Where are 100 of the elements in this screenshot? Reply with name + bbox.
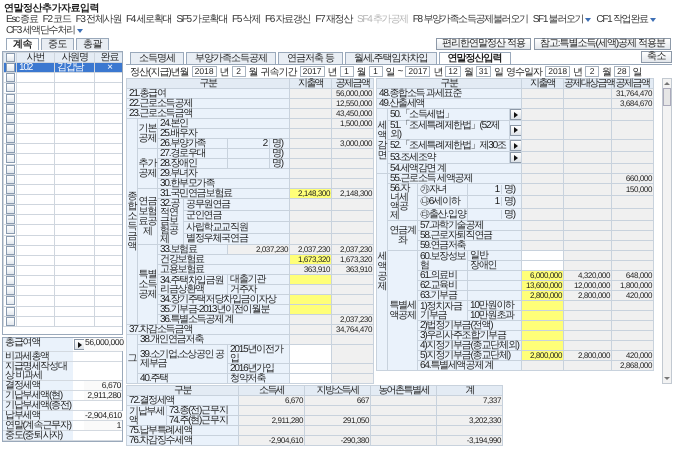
- list-row[interactable]: [4, 296, 122, 306]
- list-row[interactable]: [4, 204, 122, 215]
- input-field[interactable]: 2017: [300, 66, 325, 77]
- toolbar-button[interactable]: F8 부양가족소득공제불러오기: [412, 14, 528, 25]
- tab[interactable]: 소득명세: [130, 52, 184, 64]
- checkbox[interactable]: [6, 53, 14, 62]
- toolbar-button[interactable]: F7 재정산: [315, 14, 352, 25]
- checkbox[interactable]: [6, 83, 14, 92]
- tab[interactable]: 월세,주택임차차입: [344, 52, 437, 64]
- list-row[interactable]: [4, 194, 122, 205]
- field-label: 비과세총액: [3, 352, 73, 361]
- checkbox[interactable]: [6, 276, 14, 286]
- scrollbar[interactable]: [662, 78, 672, 384]
- list-row[interactable]: [4, 255, 122, 266]
- list-row[interactable]: [4, 245, 122, 256]
- toolbar-button[interactable]: F2 코드: [42, 14, 71, 25]
- list-row[interactable]: 102 김갑남 ×: [4, 62, 122, 73]
- tab[interactable]: 계속: [6, 38, 39, 50]
- row-label: 59.연금저축: [418, 240, 522, 250]
- list-row[interactable]: [4, 164, 122, 174]
- toolbar-button[interactable]: CF3 세액단수처리: [6, 25, 83, 36]
- input-field[interactable]: 12: [445, 66, 461, 77]
- list-row[interactable]: [4, 113, 122, 124]
- unit-label: 명): [269, 139, 289, 148]
- input-field[interactable]: 2017: [405, 66, 430, 77]
- row-label: 26.부양가족: [158, 138, 228, 148]
- checkbox[interactable]: [6, 225, 14, 234]
- list-row[interactable]: [4, 306, 122, 316]
- list-row[interactable]: [4, 154, 122, 164]
- row-label: 21.총급여: [126, 88, 290, 98]
- field-label: 월: [356, 66, 366, 78]
- row-label: 별정우체국연금: [184, 233, 290, 244]
- input-field[interactable]: 1: [368, 66, 383, 77]
- checkbox[interactable]: [6, 63, 14, 72]
- input-field[interactable]: 2: [232, 66, 246, 77]
- toolbar-button[interactable]: SF1 불러오기: [532, 14, 592, 25]
- field-value: 1: [84, 421, 122, 430]
- tab[interactable]: 연금저축 등: [278, 52, 343, 64]
- toolbar-button[interactable]: F6 자료갱신: [265, 14, 310, 25]
- toolbar-button[interactable]: SF5 가로확대: [176, 14, 228, 25]
- checkbox[interactable]: [6, 144, 14, 154]
- input-field[interactable]: 2018: [192, 66, 217, 77]
- row-label: 53.조세조약: [388, 152, 510, 164]
- toolbar-button[interactable]: CF1 작업완료: [596, 14, 656, 25]
- tab[interactable]: 총괄: [76, 38, 109, 50]
- list-row[interactable]: [4, 72, 122, 83]
- list-row[interactable]: [4, 93, 122, 104]
- input-field[interactable]: 1: [340, 66, 354, 77]
- list-row[interactable]: [4, 174, 122, 184]
- field-label: ~: [398, 66, 402, 77]
- tab[interactable]: 중도: [41, 38, 74, 50]
- detail-button[interactable]: [510, 152, 522, 163]
- scroll-thumb[interactable]: [663, 88, 671, 106]
- list-row[interactable]: [4, 286, 122, 296]
- list-row[interactable]: [4, 224, 122, 236]
- list-row[interactable]: [4, 235, 122, 246]
- checkbox[interactable]: [6, 205, 14, 214]
- row-label: 75.납부특례세액: [126, 426, 238, 436]
- input-field[interactable]: 2: [585, 66, 600, 77]
- checkbox[interactable]: [6, 215, 14, 224]
- detail-button[interactable]: [510, 124, 522, 136]
- tab[interactable]: 연말정산입력: [438, 52, 511, 64]
- list-row[interactable]: [4, 144, 122, 154]
- input-field[interactable]: [290, 344, 332, 364]
- toolbar-button[interactable]: F5 삭제: [232, 14, 260, 25]
- list-row[interactable]: [4, 276, 122, 286]
- list-row[interactable]: [4, 123, 122, 134]
- column-header: 지방소득세: [304, 386, 370, 396]
- row-label: 23.근로소득금액: [126, 108, 290, 118]
- detail-button[interactable]: [510, 109, 522, 120]
- checkbox[interactable]: [6, 73, 14, 82]
- row-label: 사립학교교직원: [184, 222, 290, 233]
- column-header: 농어촌특별세: [370, 386, 436, 396]
- list-row[interactable]: [4, 316, 122, 326]
- row-label: 기납부세액: [126, 406, 166, 426]
- action-button[interactable]: 참고:특별소득(세액)공제 적용분: [534, 38, 671, 50]
- checkbox[interactable]: [6, 134, 14, 144]
- column-header: 공제금액: [332, 78, 374, 88]
- list-row[interactable]: [4, 265, 122, 276]
- list-row[interactable]: [4, 214, 122, 225]
- list-row[interactable]: [4, 82, 122, 94]
- toolbar-button[interactable]: F3 전체사원: [76, 14, 121, 25]
- group-label: 특별세액공제: [388, 250, 418, 370]
- input-field[interactable]: 28: [614, 66, 630, 77]
- action-button[interactable]: 편리한연말정산 적용: [436, 38, 531, 50]
- input-field[interactable]: 2018: [545, 66, 570, 77]
- collapse-button[interactable]: 축소: [641, 51, 672, 63]
- toolbar-button[interactable]: F4 세로확대: [126, 14, 172, 25]
- detail-button[interactable]: [510, 140, 522, 151]
- checkbox[interactable]: [6, 286, 14, 296]
- checkbox[interactable]: [6, 154, 14, 164]
- list-row[interactable]: [4, 103, 122, 114]
- row-label: 54.세액감면 계: [388, 164, 522, 174]
- tab[interactable]: 부양가족소득공제: [186, 52, 276, 64]
- checkbox[interactable]: [6, 296, 14, 306]
- list-row[interactable]: [4, 184, 122, 194]
- row-label: 1)정치자금기부금: [418, 300, 468, 320]
- toolbar-button[interactable]: Esc 종료: [6, 14, 38, 25]
- list-row[interactable]: [4, 134, 122, 144]
- input-field[interactable]: 31: [476, 66, 492, 77]
